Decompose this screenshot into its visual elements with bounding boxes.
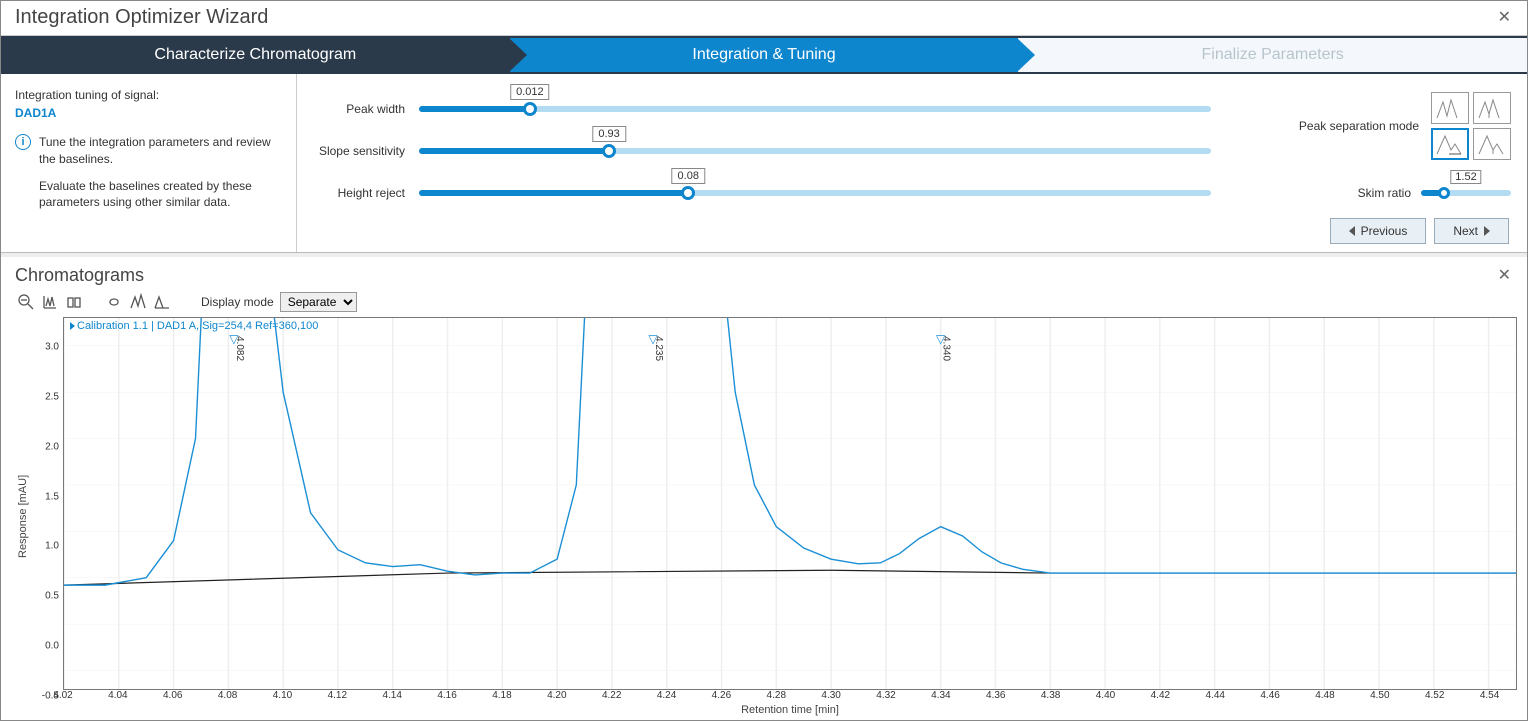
peak-mode-grid (1431, 92, 1511, 160)
chromatograms-section: Chromatograms ✕ Display mode Separate (1, 253, 1527, 720)
plot-wrap: Response [mAU] -0.50.00.51.01.52.02.53.0… (15, 317, 1517, 716)
skim-ratio-row: Skim ratio 1.52 (1358, 186, 1511, 200)
sliders: Peak width 0.012 Slope sensitivity 0.9 (305, 84, 1211, 200)
mode-option-4[interactable] (1473, 128, 1511, 160)
chromatograms-toolbar: Display mode Separate (15, 291, 1517, 313)
info-text: Tune the integration parameters and revi… (39, 134, 282, 211)
peaks-icon[interactable] (127, 291, 149, 313)
step-finalize[interactable]: Finalize Parameters (1018, 38, 1527, 72)
slope-sensitivity-slider[interactable]: 0.93 (419, 148, 1211, 154)
skim-ratio-slider[interactable]: 1.52 (1421, 190, 1511, 196)
chromatograms-close-icon[interactable]: ✕ (1492, 263, 1517, 287)
previous-button[interactable]: Previous (1330, 218, 1427, 244)
tuning-panel: Peak width 0.012 Slope sensitivity 0.9 (297, 74, 1527, 252)
display-mode-select[interactable]: Separate (280, 292, 357, 312)
slider-slope-sensitivity: Slope sensitivity 0.93 (305, 144, 1211, 158)
next-button[interactable]: Next (1434, 218, 1509, 244)
close-icon[interactable]: ✕ (1492, 5, 1517, 29)
plot-area[interactable]: Calibration 1.1 | DAD1 A, Sig=254,4 Ref=… (63, 317, 1517, 690)
peak-marker-icon: ▽ (229, 332, 238, 346)
nav-buttons: Previous Next (305, 218, 1511, 244)
chevron-right-icon (1484, 226, 1490, 236)
link-axes-icon[interactable] (103, 291, 125, 313)
signal-name: DAD1A (15, 106, 282, 120)
left-info-panel: Integration tuning of signal: DAD1A i Tu… (1, 74, 297, 252)
x-ticks: 4.024.044.064.084.104.124.144.164.184.20… (63, 690, 1517, 704)
play-icon (70, 322, 75, 330)
zoom-out-icon[interactable] (15, 291, 37, 313)
window-title: Integration Optimizer Wizard (15, 6, 268, 29)
info-icon: i (15, 134, 31, 150)
baseline-icon[interactable] (151, 291, 173, 313)
chromatograms-title: Chromatograms (15, 265, 144, 286)
step-tuning[interactable]: Integration & Tuning (510, 38, 1019, 72)
peak-width-slider[interactable]: 0.012 (419, 106, 1211, 112)
y-axis-label: Response [mAU] (15, 317, 31, 716)
peak-separation-panel: Peak separation mode Skim ratio (1231, 84, 1511, 200)
slider-peak-width: Peak width 0.012 (305, 102, 1211, 116)
wizard-window: Integration Optimizer Wizard ✕ Character… (0, 0, 1528, 721)
upper-panel: Integration tuning of signal: DAD1A i Tu… (1, 74, 1527, 253)
x-axis-label: Retention time [min] (63, 704, 1517, 716)
fit-horizontal-icon[interactable] (63, 291, 85, 313)
mode-option-2[interactable] (1473, 92, 1511, 124)
display-mode-label: Display mode (201, 295, 274, 309)
chevron-left-icon (1349, 226, 1355, 236)
fit-vertical-icon[interactable] (39, 291, 61, 313)
step-characterize[interactable]: Characterize Chromatogram (1, 38, 510, 72)
mode-option-1[interactable] (1431, 92, 1469, 124)
plot-trace-title: Calibration 1.1 | DAD1 A, Sig=254,4 Ref=… (70, 320, 318, 332)
peak-marker-icon: ▽ (936, 332, 945, 346)
slider-height-reject: Height reject 0.08 (305, 186, 1211, 200)
signal-heading: Integration tuning of signal: (15, 88, 282, 102)
mode-option-3[interactable] (1431, 128, 1469, 160)
height-reject-slider[interactable]: 0.08 (419, 190, 1211, 196)
y-ticks: -0.50.00.51.01.52.02.53.0 (31, 317, 63, 716)
wizard-steps: Characterize Chromatogram Integration & … (1, 36, 1527, 74)
peak-marker-icon: ▽ (648, 332, 657, 346)
titlebar: Integration Optimizer Wizard ✕ (1, 1, 1527, 36)
